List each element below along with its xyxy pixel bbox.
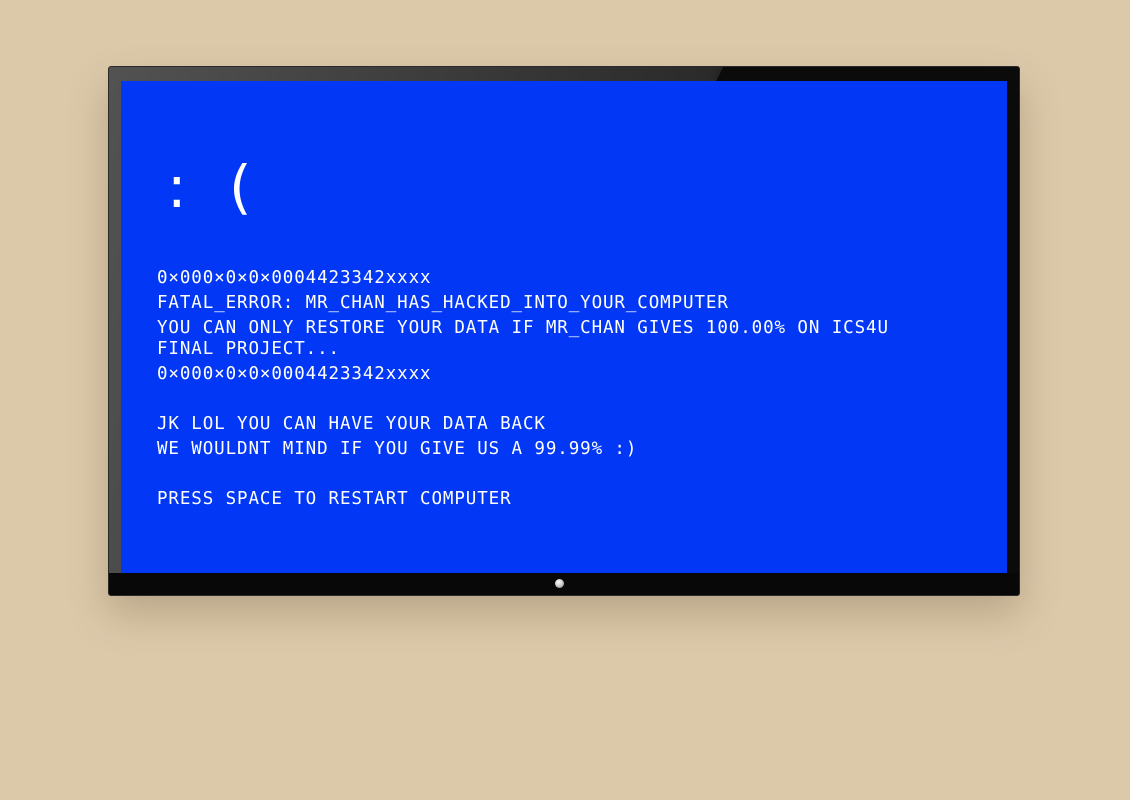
error-code-line-repeat: 0×000×0×0×0004423342xxxx <box>157 364 432 384</box>
blue-screen-of-death[interactable]: : ( 0×000×0×0×0004423342xxxx FATAL_ERROR… <box>121 81 1007 573</box>
restore-data-line: YOU CAN ONLY RESTORE YOUR DATA IF MR_CHA… <box>157 318 889 338</box>
power-led-icon <box>555 579 564 588</box>
grade-request-line: WE WOULDNT MIND IF YOU GIVE US A 99.99% … <box>157 439 638 459</box>
joke-line: JK LOL YOU CAN HAVE YOUR DATA BACK <box>157 414 546 434</box>
sad-face-emoticon: : ( <box>167 153 264 221</box>
fatal-error-line: FATAL_ERROR: MR_CHAN_HAS_HACKED_INTO_YOU… <box>157 293 729 313</box>
error-code-line: 0×000×0×0×0004423342xxxx <box>157 268 432 288</box>
restart-prompt: PRESS SPACE TO RESTART COMPUTER <box>157 489 512 509</box>
restore-data-line-continued: FINAL PROJECT... <box>157 339 340 359</box>
television: : ( 0×000×0×0×0004423342xxxx FATAL_ERROR… <box>108 66 1020 596</box>
tv-bottom-bezel <box>109 573 1019 595</box>
